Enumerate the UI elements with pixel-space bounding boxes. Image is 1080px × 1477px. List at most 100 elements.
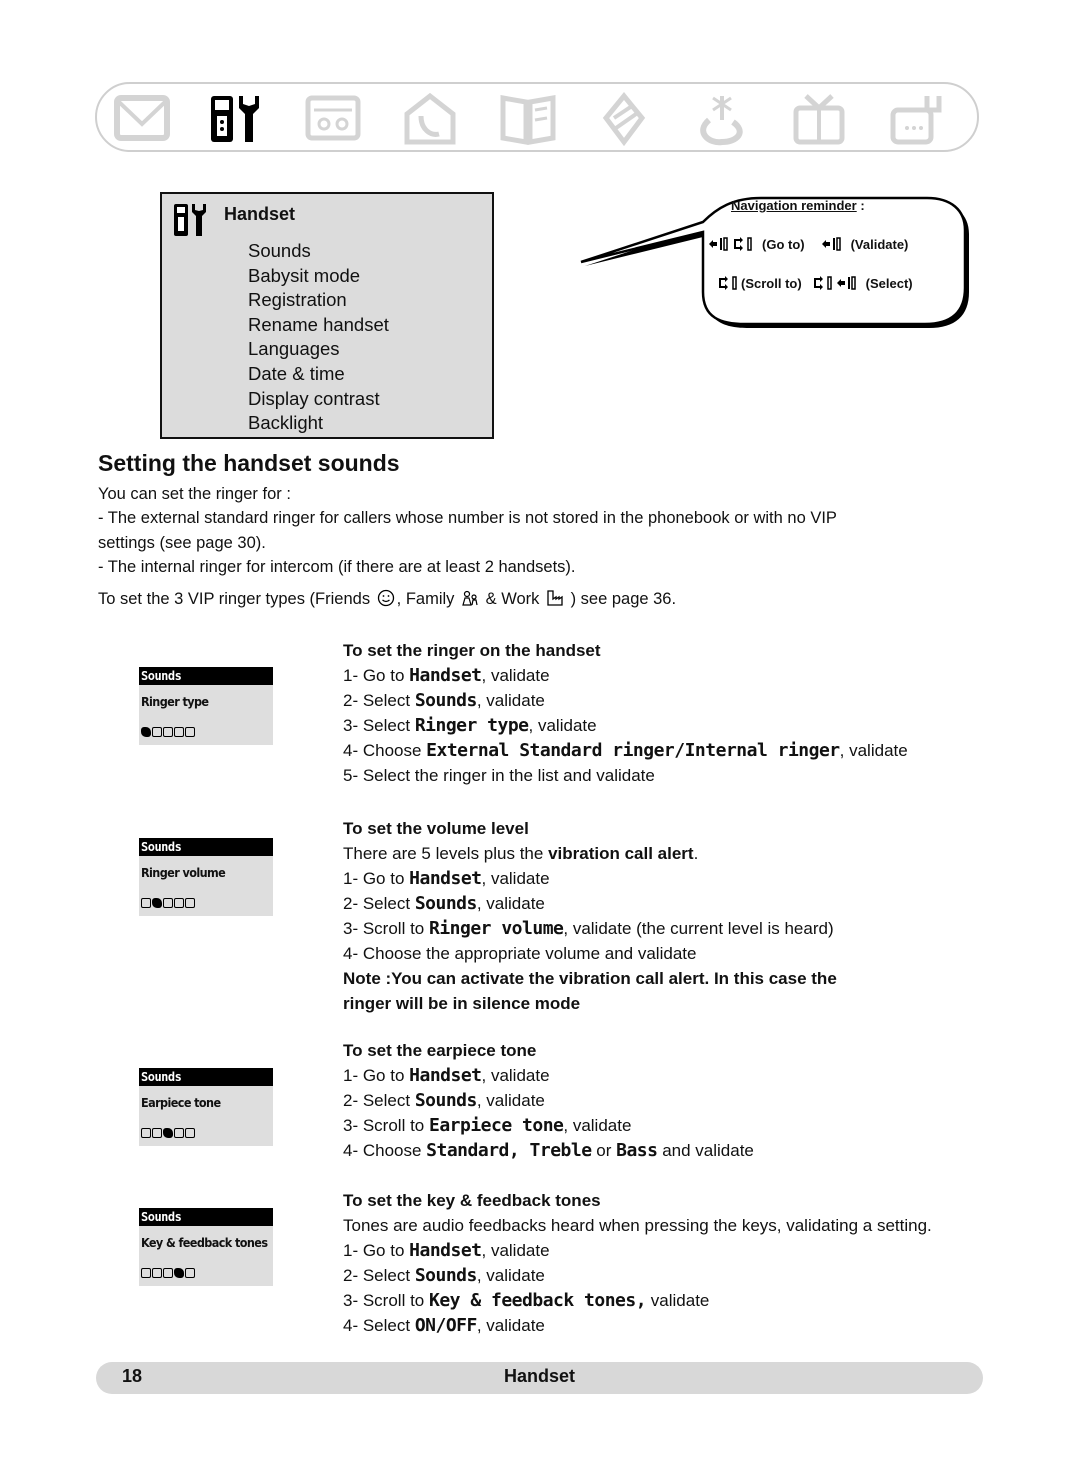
volume-instructions: To set the volume level There are 5 leve… bbox=[343, 816, 837, 1016]
ok-key-icon bbox=[708, 236, 728, 252]
menu-item-backlight[interactable]: Backlight bbox=[248, 411, 389, 436]
step: 4- Choose the appropriate volume and val… bbox=[343, 944, 697, 963]
nav-reminder-title: Navigation reminder : bbox=[731, 198, 865, 213]
lcd-header: Sounds bbox=[139, 1068, 273, 1086]
page-footer: 18 Handset bbox=[96, 1362, 983, 1394]
block-heading: To set the ringer on the handset bbox=[343, 641, 601, 660]
level-box-selected bbox=[141, 727, 151, 737]
block-intro: Tones are audio feedbacks heard when pre… bbox=[343, 1216, 932, 1235]
nav-row-scroll-select: (Scroll to) (Select) bbox=[717, 275, 913, 291]
extras-icon[interactable] bbox=[788, 92, 850, 146]
scroll-key-icon bbox=[812, 275, 832, 291]
step: 2- Select Sounds, validate bbox=[343, 1090, 545, 1111]
intro-line: - The internal ringer for intercom (if t… bbox=[98, 558, 576, 576]
level-indicator bbox=[141, 898, 195, 908]
level-box bbox=[174, 898, 184, 908]
calls-list-icon[interactable] bbox=[594, 92, 656, 147]
menu-item-babysit-mode[interactable]: Babysit mode bbox=[248, 264, 389, 289]
vip-ringer-line: To set the 3 VIP ringer types (Friends ,… bbox=[98, 589, 677, 608]
step: 2- Select Sounds, validate bbox=[343, 690, 545, 711]
level-box bbox=[152, 727, 162, 737]
phonebook-icon[interactable] bbox=[497, 92, 559, 146]
menu-item-rename-handset[interactable]: Rename handset bbox=[248, 313, 389, 338]
ok-key-icon bbox=[836, 275, 856, 291]
lcd-screen-key-feedback-tones: Sounds Key & feedback tones bbox=[139, 1208, 273, 1286]
lcd-item: Key & feedback tones bbox=[141, 1235, 268, 1250]
level-box bbox=[163, 1268, 173, 1278]
step: 4- Choose External Standard ringer/Inter… bbox=[343, 740, 908, 761]
friends-smiley-icon bbox=[377, 589, 395, 607]
menu-item-languages[interactable]: Languages bbox=[248, 337, 389, 362]
menu-item-sounds[interactable]: Sounds bbox=[248, 239, 389, 264]
step: 3- Scroll to Key & feedback tones, valid… bbox=[343, 1290, 710, 1311]
scroll-key-icon bbox=[717, 275, 737, 291]
step: 3- Scroll to Earpiece tone, validate bbox=[343, 1115, 632, 1136]
level-indicator bbox=[141, 727, 195, 737]
block-intro: There are 5 levels plus the vibration ca… bbox=[343, 844, 699, 863]
lcd-screen-ringer-volume: Sounds Ringer volume bbox=[139, 838, 273, 916]
base-settings-icon[interactable] bbox=[399, 92, 461, 146]
intro-line: You can set the ringer for : bbox=[98, 485, 291, 503]
menu-item-date-time[interactable]: Date & time bbox=[248, 362, 389, 387]
menu-list: Sounds Babysit mode Registration Rename … bbox=[248, 239, 389, 436]
level-indicator bbox=[141, 1128, 195, 1138]
vibration-note: Note :You can activate the vibration cal… bbox=[343, 969, 837, 988]
lcd-item: Ringer type bbox=[141, 694, 209, 709]
level-box-selected bbox=[152, 898, 162, 908]
level-box bbox=[163, 727, 173, 737]
step: 4- Select ON/OFF, validate bbox=[343, 1315, 545, 1336]
lcd-screen-ringer-type: Sounds Ringer type bbox=[139, 667, 273, 745]
intro-line: - The external standard ringer for calle… bbox=[98, 509, 837, 527]
answering-machine-icon[interactable] bbox=[302, 92, 364, 146]
step: 4- Choose Standard, Treble or Bass and v… bbox=[343, 1140, 754, 1161]
section-title: Setting the handset sounds bbox=[98, 450, 400, 476]
menu-item-registration[interactable]: Registration bbox=[248, 288, 389, 313]
level-box bbox=[152, 1128, 162, 1138]
step: 2- Select Sounds, validate bbox=[343, 1265, 545, 1286]
services-icon[interactable] bbox=[887, 92, 949, 146]
navigation-reminder-bubble: Navigation reminder : (Go to) (Validate)… bbox=[575, 192, 970, 332]
family-icon bbox=[461, 589, 479, 607]
step: 5- Select the ringer in the list and val… bbox=[343, 766, 655, 785]
lcd-item: Earpiece tone bbox=[141, 1095, 221, 1110]
scroll-key-icon bbox=[732, 236, 752, 252]
step: 2- Select Sounds, validate bbox=[343, 893, 545, 914]
lcd-screen-earpiece-tone: Sounds Earpiece tone bbox=[139, 1068, 273, 1146]
step: 1- Go to Handset, validate bbox=[343, 665, 550, 686]
lcd-header: Sounds bbox=[139, 838, 273, 856]
handset-settings-icon[interactable] bbox=[205, 92, 267, 146]
earpiece-instructions: To set the earpiece tone 1- Go to Handse… bbox=[343, 1038, 754, 1163]
alarm-icon[interactable] bbox=[691, 92, 753, 146]
select-label: (Select) bbox=[865, 275, 913, 291]
level-box bbox=[185, 1128, 195, 1138]
level-box bbox=[185, 1268, 195, 1278]
handset-settings-icon bbox=[172, 202, 208, 238]
footer-title: Handset bbox=[503, 1366, 575, 1386]
level-box bbox=[163, 898, 173, 908]
messages-icon[interactable] bbox=[111, 92, 173, 146]
level-box bbox=[174, 1128, 184, 1138]
lcd-header: Sounds bbox=[139, 667, 273, 685]
speech-bubble-shape bbox=[580, 196, 969, 328]
step: 1- Go to Handset, validate bbox=[343, 1065, 550, 1086]
step: 1- Go to Handset, validate bbox=[343, 868, 550, 889]
block-heading: To set the volume level bbox=[343, 819, 529, 838]
level-box-selected bbox=[174, 1268, 184, 1278]
intro-line: settings (see page 30). bbox=[98, 534, 266, 552]
ringer-instructions: To set the ringer on the handset 1- Go t… bbox=[343, 638, 908, 788]
vibration-note: ringer will be in silence mode bbox=[343, 994, 581, 1013]
handset-menu-box: Handset Sounds Babysit mode Registration… bbox=[160, 192, 494, 439]
level-box bbox=[185, 898, 195, 908]
scroll-label: (Scroll to) bbox=[741, 275, 802, 291]
key-tones-instructions: To set the key & feedback tones Tones ar… bbox=[343, 1188, 932, 1338]
nav-row-goto-validate: (Go to) (Validate) bbox=[708, 236, 908, 252]
level-box bbox=[141, 898, 151, 908]
goto-label: (Go to) bbox=[762, 236, 805, 252]
block-heading: To set the key & feedback tones bbox=[343, 1191, 601, 1210]
menu-item-display-contrast[interactable]: Display contrast bbox=[248, 387, 389, 412]
level-box-selected bbox=[163, 1128, 173, 1138]
ok-key-icon bbox=[821, 236, 841, 252]
step: 3- Scroll to Ringer volume, validate (th… bbox=[343, 918, 834, 939]
level-box bbox=[152, 1268, 162, 1278]
lcd-header: Sounds bbox=[139, 1208, 273, 1226]
